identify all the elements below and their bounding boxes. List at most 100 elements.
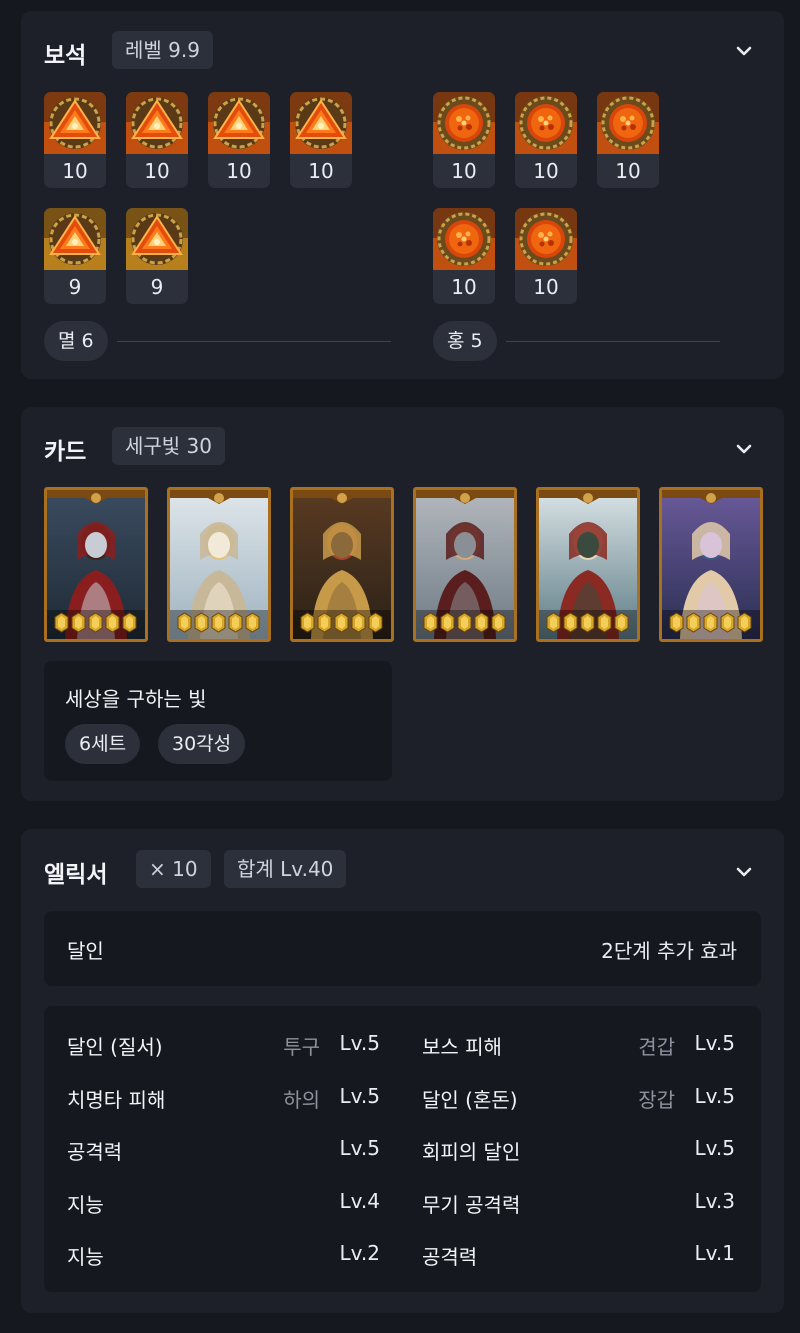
gem-slot[interactable]: 10 [597,92,659,188]
gem-icon [433,92,495,154]
gem-icon [515,92,577,154]
awakening-filled-icon [669,612,684,633]
awakening-filled-icon [737,612,752,633]
awakening-filled-icon [317,612,332,633]
card-set-name: 세상을 구하는 빛 [65,687,207,711]
elixir-equip-slot: 하의 [283,1087,320,1112]
elixir-equip-slot: 장갑 [638,1087,675,1112]
awakening-filled-icon [71,612,86,633]
awakening-filled-icon [245,612,260,633]
card-awakening-gems [546,612,629,633]
divider [117,341,391,342]
elixir-effect-name: 회피의 달인 [422,1140,521,1164]
awakening-filled-icon [580,612,595,633]
card-item[interactable] [536,487,640,642]
gems-left-summary: 멸 6 [44,321,108,361]
awakening-filled-icon [105,612,120,633]
gem-icon [597,92,659,154]
elixir-bonus-row: 달인 2단계 추가 효과 [44,911,761,986]
elixir-effect-level: Lv.1 [694,1241,735,1265]
elixir-total-tag: 합계 Lv.40 [224,850,347,888]
gems-level-tag: 레벨 9.9 [112,31,213,69]
card-awaken-total: 30각성 [158,724,246,764]
chevron-down-icon[interactable] [734,862,754,882]
card-awakening-gems [669,612,752,633]
elixir-effect-level: Lv.5 [694,1083,735,1108]
elixir-effect-name: 달인 (질서) [67,1035,163,1059]
gem-slot[interactable]: 10 [433,208,495,304]
gem-slot[interactable]: 10 [126,92,188,188]
gem-slot[interactable]: 10 [433,92,495,188]
elixir-effect-level: Lv.5 [694,1031,735,1055]
card-awakening-gems [300,612,383,633]
cards-set-tag: 세구빛 30 [112,427,226,465]
awakening-filled-icon [720,612,735,633]
elixir-count-tag: × 10 [136,850,211,888]
elixir-effect-level: Lv.2 [339,1241,380,1265]
card-set-box: 세상을 구하는 빛 6세트 30각성 [44,661,392,781]
awakening-filled-icon [457,612,472,633]
elixir-effect-name: 달인 (혼돈) [422,1087,518,1112]
elixir-title: 엘릭서 [44,862,108,888]
gem-slot[interactable]: 9 [126,208,188,304]
card-set-count: 6세트 [65,724,141,764]
awakening-filled-icon [228,612,243,633]
awakening-filled-icon [122,612,137,633]
elixir-effect-name: 공격력 [67,1140,123,1164]
gem-level: 10 [451,275,477,299]
card-awakening-gems [54,612,137,633]
awakening-filled-icon [194,612,209,633]
gem-slot[interactable]: 9 [44,208,106,304]
card-item[interactable] [44,487,148,642]
gem-level: 9 [150,275,164,299]
awakening-filled-icon [423,612,438,633]
awakening-filled-icon [88,612,103,633]
elixir-effect-level: Lv.5 [339,1136,380,1160]
elixir-effect-name: 지능 [67,1192,104,1217]
gem-slot[interactable]: 10 [290,92,352,188]
gem-slot[interactable]: 10 [208,92,270,188]
card-item[interactable] [290,487,394,642]
awakening-filled-icon [563,612,578,633]
gem-level: 9 [68,275,82,299]
awakening-filled-icon [491,612,506,633]
card-item[interactable] [413,487,517,642]
awakening-filled-icon [351,612,366,633]
awakening-filled-icon [614,612,629,633]
awakening-filled-icon [686,612,701,633]
gem-icon [433,208,495,270]
elixir-effect-level: Lv.5 [339,1083,380,1108]
awakening-filled-icon [368,612,383,633]
elixir-effect-name: 보스 피해 [422,1035,502,1059]
gems-panel: 보석 레벨 9.9 10 10 10 10 9 9 10 10 10 10 10… [21,11,784,379]
card-item[interactable] [659,487,763,642]
gem-icon [126,92,188,154]
elixir-equip-slot: 견갑 [638,1035,675,1059]
gem-slot[interactable]: 10 [515,92,577,188]
gem-slot[interactable]: 10 [44,92,106,188]
awakening-filled-icon [54,612,69,633]
chevron-down-icon[interactable] [734,439,754,459]
awakening-filled-icon [440,612,455,633]
gems-title: 보석 [44,43,87,69]
gem-icon [290,92,352,154]
card-item[interactable] [167,487,271,642]
awakening-filled-icon [211,612,226,633]
gem-icon [208,92,270,154]
chevron-down-icon[interactable] [734,41,754,61]
gem-icon [515,208,577,270]
gem-slot[interactable]: 10 [515,208,577,304]
elixir-panel: 엘릭서 × 10 합계 Lv.40 달인 2단계 추가 효과 달인 (질서) 투구… [21,829,784,1313]
gem-level: 10 [144,159,170,183]
elixir-list: 달인 (질서) 투구 Lv.5 보스 피해 견갑 Lv.5 치명타 피해 하의 Lv.5 달인 (… [44,1006,761,1292]
gem-icon [44,208,106,270]
awakening-filled-icon [597,612,612,633]
gem-level: 10 [451,159,477,183]
gem-level: 10 [533,275,559,299]
card-awakening-gems [177,612,260,633]
gems-right-summary: 홍 5 [433,321,497,361]
elixir-effect-level: Lv.5 [694,1136,735,1160]
elixir-effect-name: 치명타 피해 [67,1087,166,1112]
gem-icon [44,92,106,154]
gem-level: 10 [62,159,88,183]
